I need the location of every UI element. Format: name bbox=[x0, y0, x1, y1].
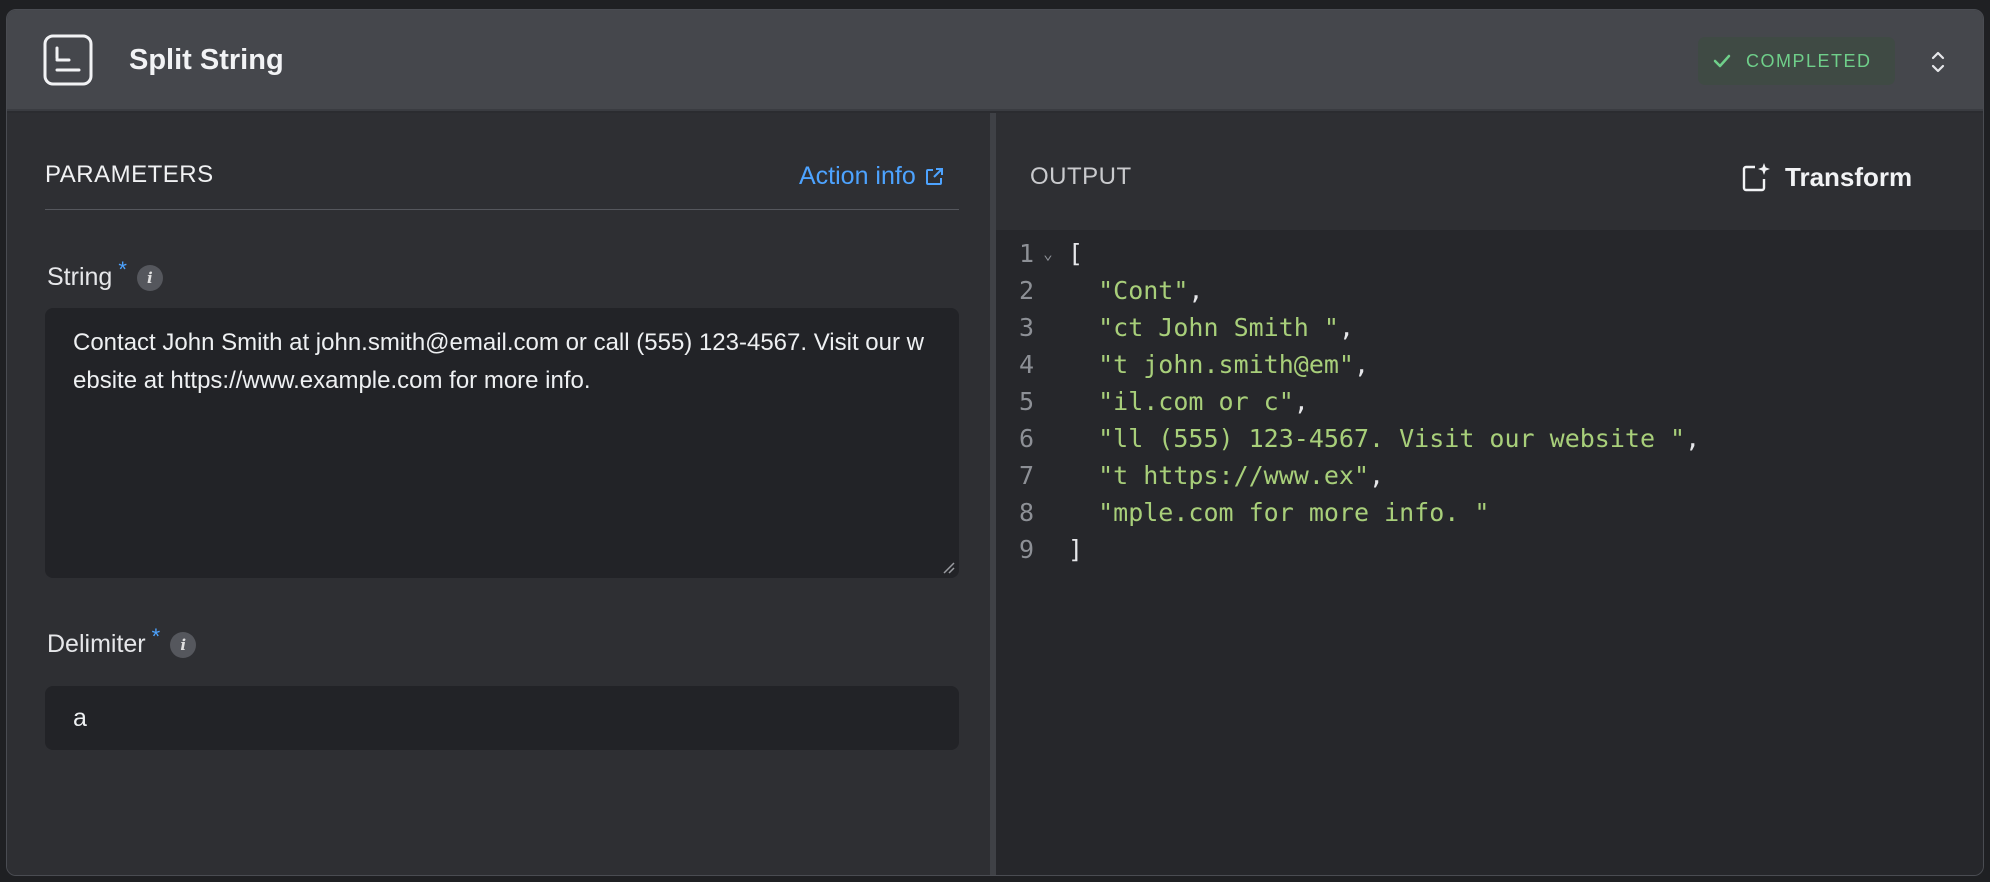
code-line: 5 "il.com or c", bbox=[996, 383, 1983, 420]
code-line: 9] bbox=[996, 531, 1983, 568]
line-number: 7 bbox=[1018, 461, 1034, 490]
card-header: Split String COMPLETED bbox=[7, 10, 1983, 111]
output-panel: OUTPUT Transform 1 ⌄[2 "Cont", 3 "ct John … bbox=[996, 113, 1983, 875]
code-line: 8 "mple.com for more info. " bbox=[996, 494, 1983, 531]
delimiter-value: a bbox=[73, 703, 87, 732]
line-number: 1 bbox=[1018, 239, 1034, 268]
check-icon bbox=[1713, 54, 1731, 68]
code-content: "mple.com for more info. " bbox=[1062, 498, 1489, 527]
chevron-up-down-icon bbox=[1931, 51, 1945, 73]
code-line: 2 "Cont", bbox=[996, 272, 1983, 309]
info-icon[interactable]: i bbox=[170, 632, 197, 658]
code-content: "t https://www.ex", bbox=[1062, 461, 1384, 490]
code-content: "Cont", bbox=[1062, 276, 1203, 305]
comma-token: , bbox=[1293, 387, 1309, 416]
delimiter-input[interactable]: a bbox=[45, 686, 959, 750]
string-value: Contact John Smith at john.smith@email.c… bbox=[73, 329, 924, 394]
bracket: ] bbox=[1068, 535, 1084, 564]
resize-handle-icon[interactable] bbox=[941, 560, 955, 574]
status-label: COMPLETED bbox=[1746, 50, 1872, 71]
line-number: 5 bbox=[1018, 387, 1034, 416]
parameters-divider bbox=[45, 209, 959, 210]
bracket: [ bbox=[1068, 239, 1084, 268]
line-number: 2 bbox=[1018, 276, 1034, 305]
string-field-label: String * i bbox=[47, 257, 163, 292]
text-lines-icon bbox=[43, 34, 93, 86]
delimiter-label-text: Delimiter bbox=[47, 630, 146, 658]
string-token: "ct John Smith " bbox=[1068, 313, 1339, 342]
code-line: 6 "ll (555) 123-4567. Visit our website … bbox=[996, 420, 1983, 457]
line-number: 3 bbox=[1018, 313, 1034, 342]
code-line: 1 ⌄ [ bbox=[996, 235, 1983, 272]
status-badge: COMPLETED bbox=[1698, 37, 1895, 85]
parameters-heading: PARAMETERS bbox=[45, 161, 214, 188]
split-string-action-card: Split String COMPLETED PARAMETERS Action… bbox=[6, 9, 1984, 876]
comma-token: , bbox=[1338, 313, 1354, 342]
code-line: 7 "t https://www.ex", bbox=[996, 457, 1983, 494]
string-token: "ll (555) 123-4567. Visit our website " bbox=[1068, 424, 1686, 453]
transform-sparkle-icon bbox=[1742, 163, 1770, 192]
transform-button[interactable]: Transform bbox=[1741, 161, 1912, 193]
code-content: "il.com or c", bbox=[1062, 387, 1309, 416]
info-icon[interactable]: i bbox=[136, 265, 163, 291]
code-content: "ct John Smith ", bbox=[1062, 313, 1354, 342]
code-line: 4 "t john.smith@em", bbox=[996, 346, 1983, 383]
string-token: "t https://www.ex" bbox=[1068, 461, 1370, 490]
string-token: "il.com or c" bbox=[1068, 387, 1294, 416]
string-token: "mple.com for more info. " bbox=[1068, 498, 1490, 527]
action-title: Split String bbox=[129, 44, 284, 76]
code-line: 3 "ct John Smith ", bbox=[996, 309, 1983, 346]
line-number: 6 bbox=[1018, 424, 1034, 453]
action-info-link[interactable]: Action info bbox=[799, 162, 944, 191]
comma-token: , bbox=[1685, 424, 1701, 453]
line-number: 8 bbox=[1018, 498, 1034, 527]
external-link-icon bbox=[925, 167, 943, 185]
string-label-text: String bbox=[47, 263, 113, 291]
comma-token: , bbox=[1353, 350, 1370, 379]
string-token: "t john.smith@em" bbox=[1068, 350, 1354, 379]
expand-collapse-button[interactable] bbox=[1922, 45, 1954, 79]
output-header: OUTPUT Transform bbox=[996, 113, 1983, 230]
required-marker: * bbox=[151, 624, 161, 649]
required-marker: * bbox=[118, 257, 127, 282]
string-textarea[interactable]: Contact John Smith at john.smith@email.c… bbox=[45, 308, 959, 578]
transform-label: Transform bbox=[1785, 161, 1913, 192]
fold-chevron-icon[interactable]: ⌄ bbox=[1034, 244, 1062, 263]
comma-token: , bbox=[1369, 461, 1385, 490]
action-info-label: Action info bbox=[799, 162, 916, 190]
delimiter-field-label: Delimiter * i bbox=[47, 624, 197, 659]
line-number: 4 bbox=[1018, 350, 1034, 379]
line-number: 9 bbox=[1018, 535, 1034, 564]
code-content: ] bbox=[1062, 535, 1083, 564]
comma-token: , bbox=[1188, 276, 1204, 305]
parameters-panel: PARAMETERS Action info String * i Contac… bbox=[7, 113, 990, 875]
output-code-viewer[interactable]: 1 ⌄[2 "Cont", 3 "ct John Smith ", 4 "t john… bbox=[996, 235, 1983, 568]
code-content: "t john.smith@em", bbox=[1062, 350, 1369, 379]
code-content: "ll (555) 123-4567. Visit our website ", bbox=[1062, 424, 1700, 453]
output-heading: OUTPUT bbox=[1030, 163, 1132, 190]
string-token: "Cont" bbox=[1068, 276, 1189, 305]
code-content: [ bbox=[1062, 239, 1083, 268]
